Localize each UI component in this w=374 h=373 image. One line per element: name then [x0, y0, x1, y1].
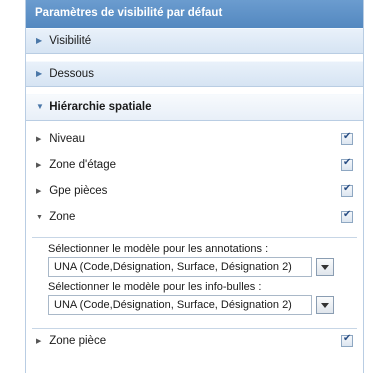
tooltips-template-value[interactable]: UNA (Code,Désignation, Surface, Désignat…	[48, 295, 312, 315]
triangle-down-icon[interactable]: ▼	[36, 214, 46, 221]
panel-frame: Paramètres de visibilité par défaut ▶ Vi…	[25, 0, 364, 373]
zone-piece-checkbox[interactable]	[341, 333, 353, 347]
panel-title: Paramètres de visibilité par défaut	[26, 0, 363, 28]
tooltips-template-label: Sélectionner le modèle pour les info-bul…	[48, 281, 262, 293]
dropdown-arrow-icon[interactable]	[316, 258, 334, 276]
section-hierarchie-header[interactable]: ▼ Hiérarchie spatiale	[26, 94, 363, 121]
triangle-right-icon: ▶	[36, 69, 43, 78]
hierarchy-item-gpe-pieces[interactable]: ▶ Gpe pièces	[26, 179, 363, 205]
tooltips-template-select[interactable]: UNA (Code,Désignation, Surface, Désignat…	[48, 295, 337, 315]
dropdown-arrow-icon[interactable]	[316, 296, 334, 314]
section-dessous-header[interactable]: ▶ Dessous	[26, 61, 363, 87]
triangle-right-icon: ▶	[36, 36, 43, 45]
section-visibilite-label: Visibilité	[49, 35, 92, 47]
triangle-right-icon[interactable]: ▶	[36, 135, 46, 143]
section-hierarchie-label: Hiérarchie spatiale	[49, 101, 152, 113]
hierarchy-item-label: Zone pièce	[49, 335, 107, 347]
annotations-template-value[interactable]: UNA (Code,Désignation, Surface, Désignat…	[48, 257, 312, 277]
hierarchy-item-niveau[interactable]: ▶ Niveau	[26, 127, 363, 153]
section-dessous-label: Dessous	[49, 68, 94, 80]
visibility-settings-panel: Paramètres de visibilité par défaut ▶ Vi…	[0, 0, 374, 373]
hierarchy-item-label: Zone d'étage	[49, 159, 116, 171]
gpe-pieces-checkbox[interactable]	[341, 183, 353, 197]
triangle-right-icon[interactable]: ▶	[36, 337, 46, 345]
triangle-down-icon: ▼	[36, 102, 44, 111]
triangle-right-icon[interactable]: ▶	[36, 187, 46, 195]
zone-etage-checkbox[interactable]	[341, 157, 353, 171]
niveau-checkbox[interactable]	[341, 131, 353, 145]
hierarchy-item-zone-etage[interactable]: ▶ Zone d'étage	[26, 153, 363, 179]
hierarchy-body: ▶ Niveau ▶ Zone d'étage ▶ Gpe pièces ▼ Z…	[26, 121, 363, 355]
hierarchy-item-label: Niveau	[49, 133, 86, 145]
annotations-template-label: Sélectionner le modèle pour les annotati…	[48, 243, 269, 255]
triangle-right-icon[interactable]: ▶	[36, 161, 46, 169]
annotations-template-select[interactable]: UNA (Code,Désignation, Surface, Désignat…	[48, 257, 337, 277]
section-visibilite-header[interactable]: ▶ Visibilité	[26, 28, 363, 54]
hierarchy-item-label: Gpe pièces	[49, 185, 108, 197]
hierarchy-item-label: Zone	[49, 211, 76, 223]
hierarchy-item-zone-piece[interactable]: ▶ Zone pièce	[26, 329, 363, 355]
zone-settings: Sélectionner le modèle pour les annotati…	[26, 238, 363, 322]
hierarchy-item-zone[interactable]: ▼ Zone	[26, 205, 363, 231]
zone-checkbox[interactable]	[341, 209, 353, 223]
